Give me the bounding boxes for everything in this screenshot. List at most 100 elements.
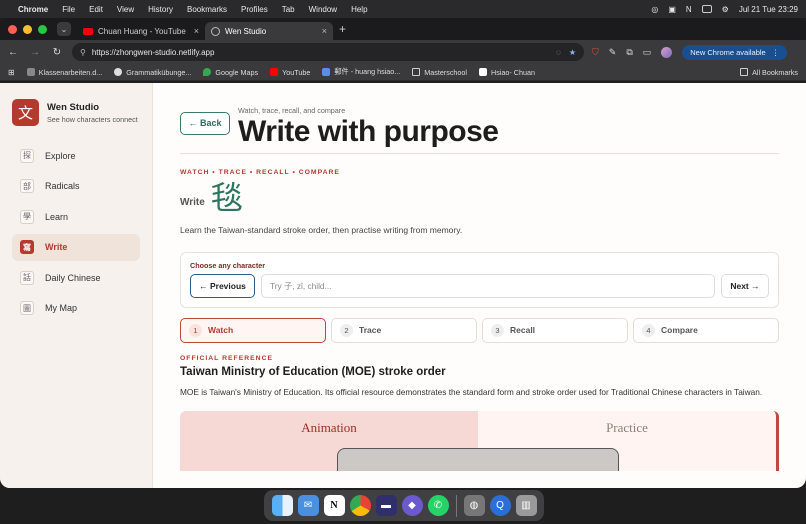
notion-menu-icon[interactable]: N <box>686 5 692 14</box>
bookmark-grammatik[interactable]: Grammatikübunge... <box>114 68 191 77</box>
forward-arrow-icon[interactable]: → <box>28 47 42 58</box>
stroke-panel: Animation Practice <box>180 410 779 471</box>
close-tab-icon[interactable]: × <box>322 26 327 36</box>
sidebar-item-label: Explore <box>45 150 76 161</box>
mail-icon <box>322 68 331 76</box>
browser-window: ⌄ Chuan Huang - YouTube × Wen Studio × +… <box>0 18 806 488</box>
tab-watch[interactable]: 1 Watch <box>180 317 326 343</box>
chooser-label: Choose any character <box>190 260 266 270</box>
bookmark-mail[interactable]: 郵件 - huang hsiao... <box>322 67 400 77</box>
apps-icon[interactable]: ⊞ <box>8 68 15 77</box>
tab-strip: ⌄ Chuan Huang - YouTube × Wen Studio × + <box>0 18 806 40</box>
character-chooser: Choose any character ← Previous Next → <box>180 251 779 308</box>
menu-app-name[interactable]: Chrome <box>18 5 48 14</box>
globe-icon <box>211 26 220 36</box>
control-center-icon[interactable]: ⚙ <box>722 5 729 14</box>
character-search-input[interactable] <box>261 273 715 298</box>
puzzle-icon[interactable]: ⧉ <box>626 47 632 58</box>
battery-icon[interactable] <box>701 5 712 13</box>
maximize-window-button[interactable] <box>38 24 47 34</box>
trash-icon[interactable]: ▥ <box>515 495 537 516</box>
previous-button[interactable]: ← Previous <box>190 273 255 298</box>
bookmark-youtube[interactable]: YouTube <box>270 68 310 77</box>
sidebar-item-learn[interactable]: 學 Learn <box>12 203 140 230</box>
tab-youtube[interactable]: Chuan Huang - YouTube × <box>77 22 205 40</box>
menu-bookmarks[interactable]: Bookmarks <box>187 5 227 14</box>
gamepad-icon[interactable]: ▣ <box>668 5 676 14</box>
bookmark-klassenarbeiten[interactable]: Klassenarbeiten.d... <box>26 68 102 77</box>
bookmark-icon <box>26 68 35 76</box>
star-icon[interactable]: ★ <box>569 48 576 57</box>
step-number: 1 <box>189 323 202 337</box>
explore-icon: 探 <box>20 148 34 163</box>
status-area: ◎ ▣ N ⚙ Jul 21 Tue 23:29 <box>651 5 798 14</box>
back-arrow-icon[interactable]: ← <box>6 47 20 58</box>
dock-separator <box>455 494 457 517</box>
whatsapp-app-icon[interactable]: ✆ <box>427 495 449 516</box>
sidebar-item-radicals[interactable]: 部 Radicals <box>12 173 140 200</box>
tab-wen-studio[interactable]: Wen Studio × <box>205 22 333 40</box>
shield-icon[interactable]: ⛉ <box>592 47 599 58</box>
step-label: Recall <box>510 325 536 335</box>
close-tab-icon[interactable]: × <box>194 26 199 36</box>
tab-trace[interactable]: 2 Trace <box>331 317 477 343</box>
new-chrome-available-button[interactable]: New Chrome available ⋮ <box>682 44 788 60</box>
reference-title: Taiwan Ministry of Education (MOE) strok… <box>180 365 446 378</box>
quicktime-icon[interactable]: Q <box>489 495 511 516</box>
tab-recall[interactable]: 3 Recall <box>482 317 628 343</box>
dictionary-app-icon[interactable]: ▬ <box>375 495 397 516</box>
menu-edit[interactable]: Edit <box>89 5 103 14</box>
menu-profiles[interactable]: Profiles <box>241 5 268 14</box>
reference-eyebrow: OFFICIAL REFERENCE <box>180 354 274 362</box>
sidebar-item-label: Daily Chinese <box>45 272 101 283</box>
menu-history[interactable]: History <box>148 5 173 14</box>
brand[interactable]: 文 Wen Studio See how characters connect <box>12 99 140 126</box>
bookmark-google-maps[interactable]: Google Maps <box>203 68 258 77</box>
chrome-app-icon[interactable] <box>349 495 371 516</box>
step-label: Compare <box>661 325 698 335</box>
menu-help[interactable]: Help <box>351 5 367 14</box>
minimize-window-button[interactable] <box>23 24 32 34</box>
write-icon: 寫 <box>20 240 34 254</box>
sidebar-item-write[interactable]: 寫 Write <box>12 233 140 261</box>
reload-icon[interactable]: ↻ <box>50 47 64 58</box>
clock[interactable]: Jul 21 Tue 23:29 <box>739 5 798 14</box>
url-text[interactable]: https://zhongwen-studio.netlify.app <box>92 48 215 57</box>
mail-app-icon[interactable]: ✉ <box>297 495 319 516</box>
sidebar-item-my-map[interactable]: 圖 My Map <box>12 295 140 322</box>
bookmark-masterschool[interactable]: Masterschool <box>412 68 467 77</box>
sidebar-item-explore[interactable]: 探 Explore <box>12 142 140 169</box>
menu-view[interactable]: View <box>117 5 134 14</box>
pen-extension-icon[interactable]: ✎ <box>609 47 617 58</box>
sidebar-item-daily-chinese[interactable]: 話 Daily Chinese <box>12 264 140 291</box>
address-bar[interactable]: ⚲ https://zhongwen-studio.netlify.app ◌ … <box>72 43 584 61</box>
menu-tab[interactable]: Tab <box>282 5 295 14</box>
next-button[interactable]: Next → <box>721 273 769 298</box>
radicals-icon: 部 <box>20 179 34 193</box>
intro-text: Learn the Taiwan-standard stroke order, … <box>180 224 463 235</box>
sidebar-item-label: Radicals <box>45 181 80 191</box>
tab-compare[interactable]: 4 Compare <box>633 317 779 343</box>
macos-dock: ✉ N ▬ ◆ ✆ ◍ Q ▥ <box>264 490 544 521</box>
close-window-button[interactable] <box>8 24 17 34</box>
profile-avatar[interactable] <box>661 46 673 58</box>
eye-off-icon[interactable]: ◌ <box>556 48 561 57</box>
tab-search-button[interactable]: ⌄ <box>57 22 71 36</box>
messenger-app-icon[interactable]: ◆ <box>401 495 423 516</box>
back-button[interactable]: ← Back <box>180 111 230 135</box>
notion-app-icon[interactable]: N <box>323 495 345 516</box>
site-info-icon[interactable]: ⚲ <box>80 48 86 57</box>
step-label: Trace <box>359 325 382 335</box>
new-tab-button[interactable]: + <box>339 22 346 36</box>
menu-window[interactable]: Window <box>309 5 337 14</box>
side-panel-icon[interactable]: ▭ <box>643 47 652 58</box>
disk-utility-icon[interactable]: ◍ <box>463 495 485 516</box>
main-content: ← Back Watch, trace, recall, and compare… <box>153 83 806 488</box>
all-bookmarks[interactable]: All Bookmarks <box>740 68 798 77</box>
bookmark-hsiao-chuan[interactable]: Hsiao- Chuan <box>479 68 535 77</box>
web-page: 文 Wen Studio See how characters connect … <box>0 83 806 488</box>
menu-file[interactable]: File <box>62 5 75 14</box>
openai-icon[interactable]: ◎ <box>651 5 658 14</box>
finder-icon[interactable] <box>271 495 293 516</box>
chevron-down-icon: ⌄ <box>60 24 68 34</box>
